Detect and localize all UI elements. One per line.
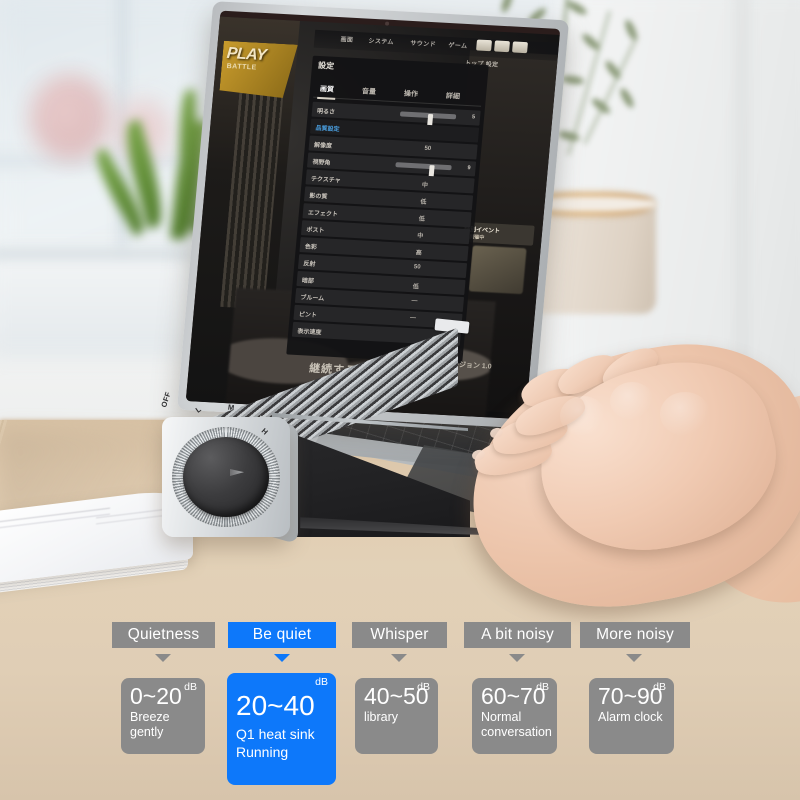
chevron-down-icon	[155, 654, 171, 662]
chevron-down-icon	[274, 654, 290, 662]
noise-description: Q1 heat sink Running	[236, 726, 315, 760]
noise-chip-quietness[interactable]: Quietness	[112, 622, 215, 648]
unit-label: dB	[653, 681, 666, 693]
unit-label: dB	[315, 676, 328, 688]
unit-label: dB	[417, 681, 430, 693]
noise-description: Normal conversation	[481, 710, 552, 739]
noise-card-be-quiet[interactable]: dB 20~40 Q1 heat sink Running	[227, 673, 336, 785]
noise-range: 20~40	[236, 690, 315, 721]
noise-chip-a-bit-noisy[interactable]: A bit noisy	[464, 622, 571, 648]
unit-label: dB	[536, 681, 549, 693]
noise-card-more-noisy[interactable]: dB 70~90 Alarm clock	[589, 678, 674, 754]
noise-level-scale: Quietness Be quiet Whisper A bit noisy M…	[0, 0, 800, 800]
chevron-down-icon	[626, 654, 642, 662]
noise-card-quietness[interactable]: dB 0~20 Breeze gently	[121, 678, 205, 754]
noise-card-whisper[interactable]: dB 40~50 library	[355, 678, 438, 754]
noise-chip-more-noisy[interactable]: More noisy	[580, 622, 690, 648]
noise-card-a-bit-noisy[interactable]: dB 60~70 Normal conversation	[472, 678, 557, 754]
noise-description: Alarm clock	[598, 710, 663, 725]
noise-description: Breeze gently	[130, 710, 170, 739]
chevron-down-icon	[391, 654, 407, 662]
chevron-down-icon	[509, 654, 525, 662]
screenshot-stage: PLAY BATTLE 画面 システム サウンド ゲーム トップ 設定	[0, 0, 800, 800]
unit-label: dB	[184, 681, 197, 693]
noise-chip-whisper[interactable]: Whisper	[352, 622, 447, 648]
noise-chip-be-quiet[interactable]: Be quiet	[228, 622, 336, 648]
noise-description: library	[364, 710, 399, 725]
